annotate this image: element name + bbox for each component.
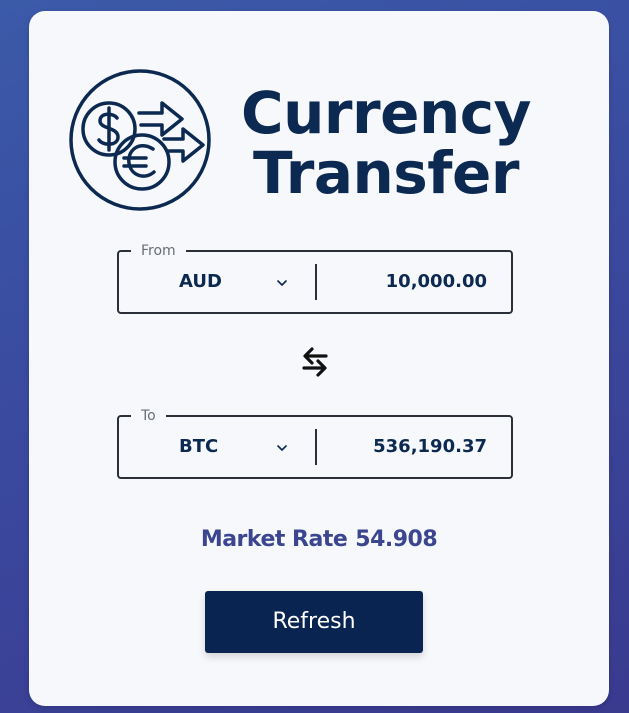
- converter-card: Currency Transfer From AUD 10,000.00 To …: [29, 11, 609, 706]
- market-rate-label: Market Rate: [200, 527, 348, 552]
- title-line-2: Transfer: [253, 139, 519, 207]
- to-amount-output[interactable]: 536,190.37: [327, 435, 487, 459]
- chevron-down-icon[interactable]: [277, 278, 287, 288]
- from-field: From AUD 10,000.00: [117, 241, 513, 314]
- market-rate-value: 54.908: [355, 527, 438, 552]
- from-currency-select[interactable]: AUD: [179, 270, 222, 294]
- page-title: Currency Transfer: [241, 83, 531, 203]
- from-amount-input[interactable]: 10,000.00: [327, 270, 487, 294]
- refresh-button[interactable]: Refresh: [205, 591, 423, 653]
- title-line-1: Currency: [241, 79, 531, 147]
- to-field: To BTC 536,190.37: [117, 406, 513, 479]
- field-divider: [315, 429, 317, 465]
- market-rate: Market Rate 54.908: [199, 525, 439, 555]
- field-divider: [315, 264, 317, 300]
- to-currency-select[interactable]: BTC: [179, 435, 218, 459]
- currency-exchange-icon: [69, 69, 211, 211]
- swap-arrows-icon[interactable]: [300, 345, 330, 379]
- from-legend: From: [131, 241, 186, 261]
- chevron-down-icon[interactable]: [277, 443, 287, 453]
- to-legend: To: [131, 406, 166, 426]
